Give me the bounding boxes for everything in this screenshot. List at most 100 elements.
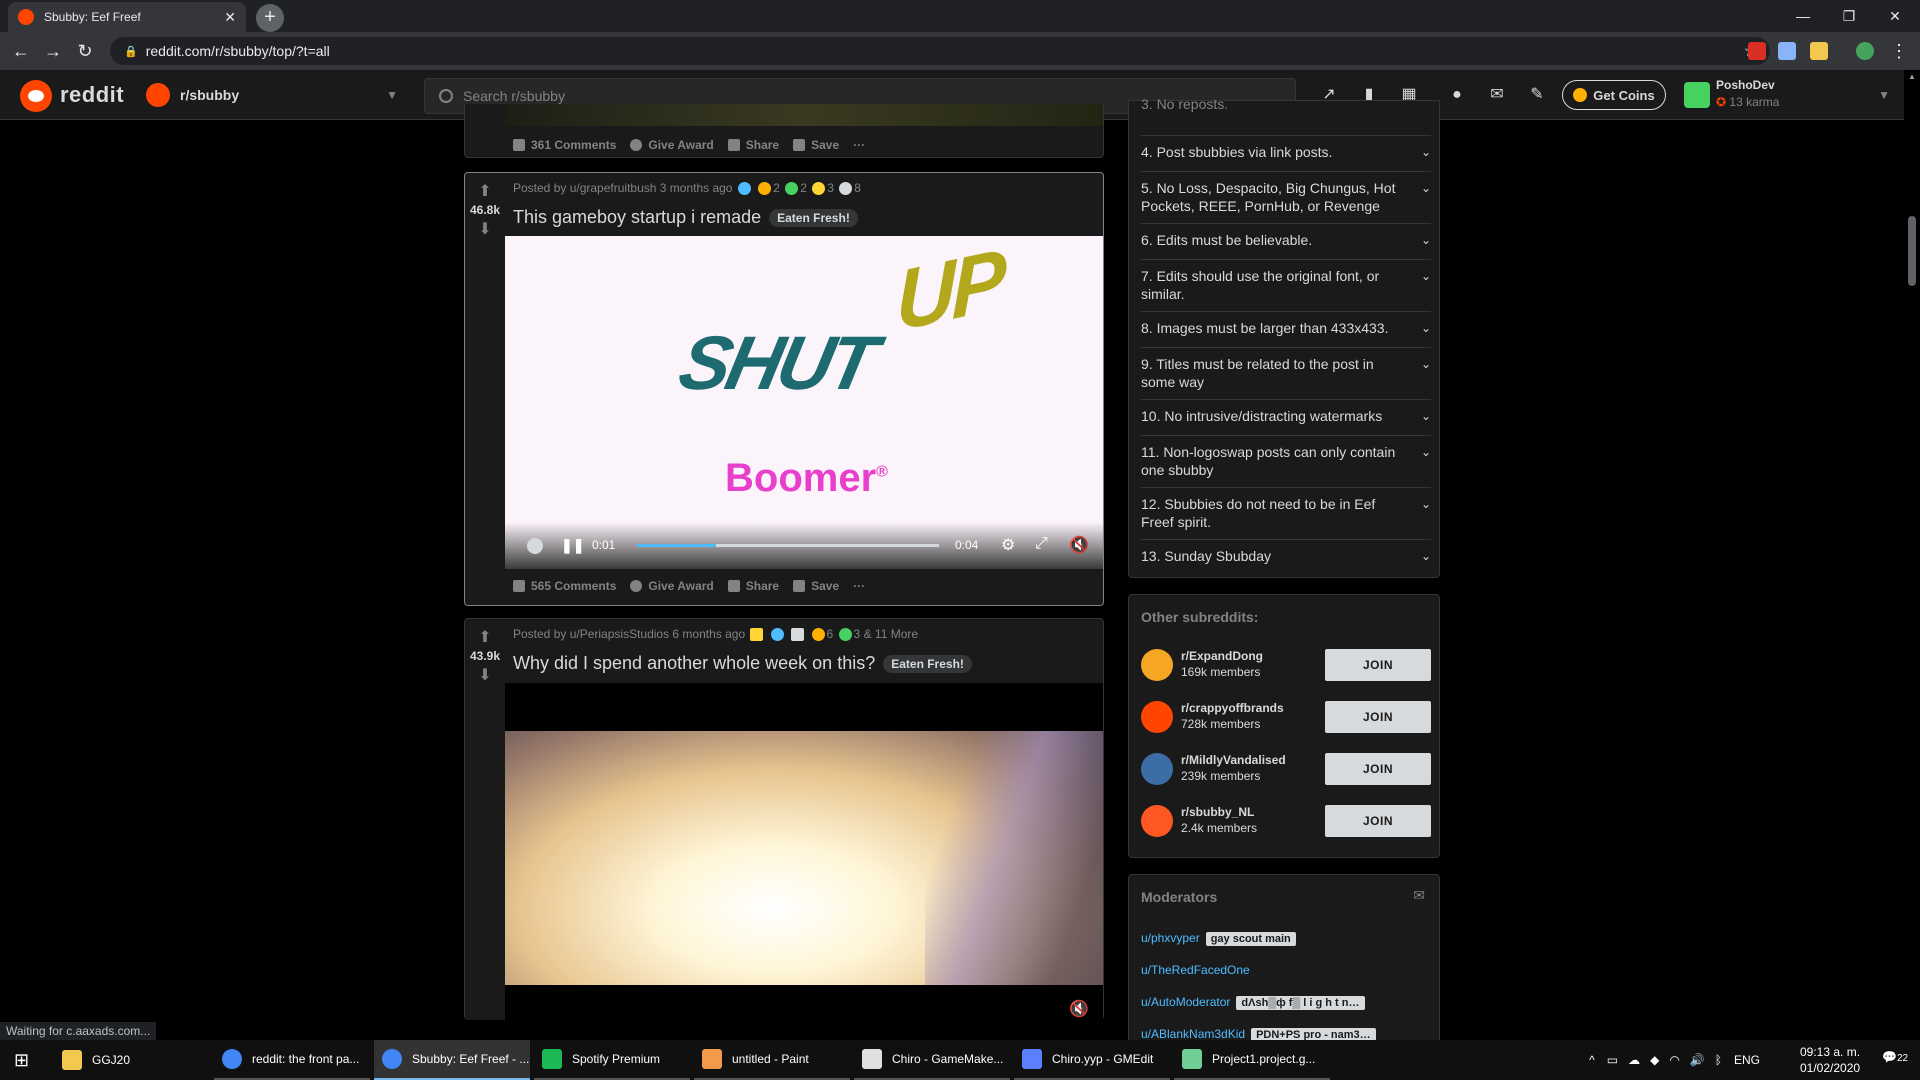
mute-icon[interactable]: 🔇 xyxy=(1069,999,1089,1019)
user-menu[interactable]: PoshoDev ✪ 13 karma ▼ xyxy=(1684,78,1894,114)
close-window-icon[interactable]: ✕ xyxy=(1872,4,1918,28)
create-post-icon[interactable]: ✎ xyxy=(1526,84,1548,106)
reddit-wordmark[interactable]: reddit xyxy=(60,82,124,108)
restore-icon[interactable]: ❐ xyxy=(1826,4,1872,28)
taskbar-app-button[interactable]: Chiro - GameMake... xyxy=(854,1040,1010,1080)
taskbar-app-button[interactable]: untitled - Paint xyxy=(694,1040,850,1080)
gmail-extension-icon[interactable] xyxy=(1748,42,1766,60)
taskbar-app-button[interactable]: Chiro.yyp - GMEdit xyxy=(1014,1040,1170,1080)
chat-icon[interactable]: ● xyxy=(1446,84,1468,106)
subreddit-name[interactable]: r/sbubby_NL xyxy=(1181,805,1254,819)
taskbar-app-button[interactable]: Sbubby: Eef Freef - ... xyxy=(374,1040,530,1080)
message-mods-icon[interactable]: ✉ xyxy=(1413,887,1425,904)
mail-icon[interactable]: ✉ xyxy=(1486,84,1508,106)
language-indicator[interactable]: ENG xyxy=(1734,1053,1760,1067)
dropbox-icon[interactable]: ◆ xyxy=(1650,1053,1659,1067)
post-title[interactable]: This gameboy startup i remade Eaten Fresh… xyxy=(513,207,858,228)
moderator-item[interactable]: u/phxvyper gay scout main xyxy=(1141,931,1296,946)
moderator-name[interactable]: u/TheRedFacedOne xyxy=(1141,963,1250,977)
clock[interactable]: 09:13 a. m. 01/02/2020 xyxy=(1800,1044,1860,1076)
taskbar-app-button[interactable]: Project1.project.g... xyxy=(1174,1040,1330,1080)
rule-item[interactable]: 13. Sunday Sbubday ⌄ xyxy=(1141,547,1431,565)
more-options-button[interactable]: ··· xyxy=(853,138,865,152)
bluetooth-icon[interactable]: ᛒ xyxy=(1715,1053,1722,1067)
notifications-icon[interactable]: 💬22 xyxy=(1882,1050,1908,1064)
subreddit-avatar[interactable] xyxy=(1141,701,1173,733)
post-flair[interactable]: Eaten Fresh! xyxy=(883,655,972,674)
upvote-icon[interactable]: ⬆ xyxy=(465,627,505,647)
battery-icon[interactable]: ▭ xyxy=(1607,1053,1618,1067)
post-card[interactable]: ⬆ 43.9k ⬇ Posted by u/PeriapsisStudios 6… xyxy=(464,618,1104,1021)
video-player[interactable]: SHUT UP Boomer® ❚❚ 0:01 0:04 ⚙ ⤢ 🔇 xyxy=(505,236,1103,569)
post-title[interactable]: Why did I spend another whole week on th… xyxy=(513,653,972,674)
back-icon[interactable]: ← xyxy=(10,40,32,62)
subreddit-name[interactable]: r/crappyoffbrands xyxy=(1181,701,1284,715)
moderator-name[interactable]: u/phxvyper xyxy=(1141,931,1200,945)
reddit-logo-icon[interactable] xyxy=(20,80,52,112)
rule-item[interactable]: 7. Edits should use the original font, o… xyxy=(1141,267,1431,303)
onedrive-icon[interactable]: ☁ xyxy=(1628,1053,1640,1067)
new-tab-button[interactable]: + xyxy=(256,4,284,32)
comments-button[interactable]: 565 Comments xyxy=(513,579,616,593)
browser-tab[interactable]: Sbubby: Eef Freef ✕ xyxy=(8,2,246,32)
more-options-button[interactable]: ··· xyxy=(853,579,865,593)
rule-item[interactable]: 6. Edits must be believable. ⌄ xyxy=(1141,231,1431,249)
volume-icon[interactable]: 🔊 xyxy=(1690,1053,1705,1067)
comments-button[interactable]: 361 Comments xyxy=(513,138,616,152)
post-card-previous[interactable]: 361 Comments Give Award Share Save ··· xyxy=(464,104,1104,158)
url-bar[interactable]: 🔒 reddit.com/r/sbubby/top/?t=all ☆ xyxy=(110,37,1770,65)
forward-icon[interactable]: → xyxy=(42,40,64,62)
taskbar-app-button[interactable]: GGJ20 xyxy=(54,1040,210,1080)
save-button[interactable]: Save xyxy=(793,138,839,152)
settings-gear-icon[interactable]: ⚙ xyxy=(1001,535,1015,555)
close-tab-icon[interactable]: ✕ xyxy=(224,9,236,26)
mute-icon[interactable]: 🔇 xyxy=(1069,535,1089,555)
downvote-icon[interactable]: ⬇ xyxy=(465,219,505,239)
give-award-button[interactable]: Give Award xyxy=(630,138,714,152)
join-button[interactable]: JOIN xyxy=(1325,701,1431,733)
subreddit-name[interactable]: r/MildlyVandalised xyxy=(1181,753,1286,767)
subreddit-avatar[interactable] xyxy=(1141,805,1173,837)
wifi-icon[interactable]: ◠ xyxy=(1669,1053,1679,1067)
moderator-name[interactable]: u/ABlankNam3dKid xyxy=(1141,1027,1245,1041)
post-flair[interactable]: Eaten Fresh! xyxy=(769,209,858,228)
moderator-item[interactable]: u/AutoModerator dΛsh▒ф f▒ l i g h t n… xyxy=(1141,995,1365,1010)
kebab-menu-icon[interactable]: ⋮ xyxy=(1888,40,1910,62)
rule-item[interactable]: 12. Sbubbies do not need to be in Eef Fr… xyxy=(1141,495,1431,531)
get-coins-button[interactable]: Get Coins xyxy=(1562,80,1666,110)
rule-item[interactable]: 3. No reposts. xyxy=(1141,95,1431,113)
minimize-icon[interactable]: — xyxy=(1780,4,1826,28)
rule-item[interactable]: 8. Images must be larger than 433x433. ⌄ xyxy=(1141,319,1431,337)
join-button[interactable]: JOIN xyxy=(1325,753,1431,785)
reload-icon[interactable]: ↻ xyxy=(74,40,96,62)
tray-chevron-icon[interactable]: ^ xyxy=(1589,1053,1595,1067)
rule-item[interactable]: 5. No Loss, Despacito, Big Chungus, Hot … xyxy=(1141,179,1431,215)
join-button[interactable]: JOIN xyxy=(1325,805,1431,837)
give-award-button[interactable]: Give Award xyxy=(630,579,714,593)
pocket-extension-icon[interactable] xyxy=(1778,42,1796,60)
share-button[interactable]: Share xyxy=(727,579,779,593)
rule-item[interactable]: 10. No intrusive/distracting watermarks ⌄ xyxy=(1141,407,1431,425)
downvote-icon[interactable]: ⬇ xyxy=(465,665,505,685)
video-seek-bar[interactable] xyxy=(637,544,939,547)
video-player[interactable]: 🔇 xyxy=(505,683,1103,1021)
upvote-icon[interactable]: ⬆ xyxy=(465,181,505,201)
subreddit-avatar[interactable] xyxy=(1141,753,1173,785)
rule-item[interactable]: 4. Post sbubbies via link posts. ⌄ xyxy=(1141,143,1431,161)
fullscreen-icon[interactable]: ⤢ xyxy=(1035,535,1048,553)
taskbar-app-button[interactable]: reddit: the front pa... xyxy=(214,1040,370,1080)
join-button[interactable]: JOIN xyxy=(1325,649,1431,681)
scrollbar-thumb[interactable] xyxy=(1908,216,1916,286)
rule-item[interactable]: 11. Non-logoswap posts can only contain … xyxy=(1141,443,1431,479)
community-selector[interactable]: r/sbubby ▼ xyxy=(146,78,398,112)
post-card[interactable]: ⬆ 46.8k ⬇ Posted by u/grapefruitbush 3 m… xyxy=(464,172,1104,606)
taskbar-app-button[interactable]: Spotify Premium xyxy=(534,1040,690,1080)
scroll-up-icon[interactable]: ▲ xyxy=(1908,72,1916,81)
pause-icon[interactable]: ❚❚ xyxy=(561,537,584,554)
moderator-item[interactable]: u/TheRedFacedOne xyxy=(1141,963,1250,977)
subreddit-name[interactable]: r/ExpandDong xyxy=(1181,649,1263,663)
save-button[interactable]: Save xyxy=(793,579,839,593)
start-button[interactable]: ⊞ xyxy=(0,1040,46,1080)
profile-avatar-icon[interactable] xyxy=(1856,42,1874,60)
moderator-name[interactable]: u/AutoModerator xyxy=(1141,995,1230,1009)
